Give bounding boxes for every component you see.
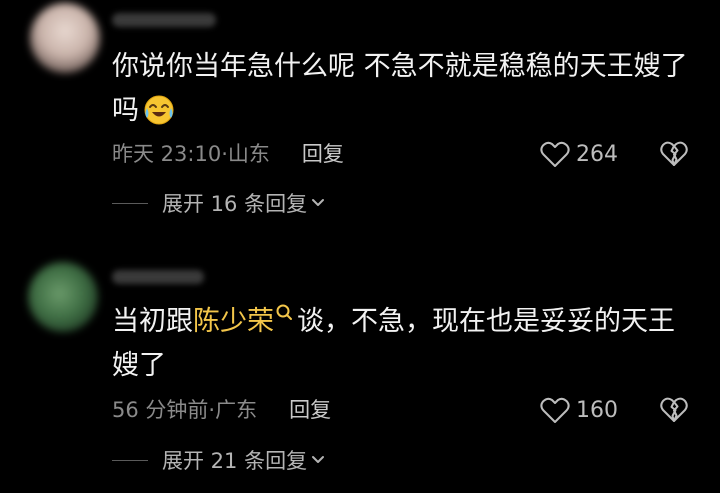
chevron-down-icon: [312, 456, 325, 463]
comment-text-line: 你说你当年急什么呢 不急不就是稳稳的天王嫂了: [112, 51, 688, 82]
comment-time: 昨天 23:10: [112, 142, 222, 166]
like-count: 160: [576, 397, 618, 423]
like-button[interactable]: 264: [540, 139, 618, 169]
chevron-down-icon: [312, 199, 325, 206]
comment-text-prefix: 当初跟: [112, 306, 193, 337]
reply-button[interactable]: 回复: [289, 398, 331, 422]
comment-text-line: 吗: [112, 89, 692, 133]
comment-text-suffix: 谈，不急，现在也是妥妥的天王: [297, 306, 675, 337]
divider-line: [112, 459, 148, 461]
avatar[interactable]: [28, 262, 98, 332]
broken-heart-icon[interactable]: [660, 396, 688, 424]
comment-location: 广东: [215, 398, 258, 422]
comment-text: 你说你当年急什么呢 不急不就是稳稳的天王嫂了 吗: [112, 45, 692, 133]
comment-time: 56 分钟前: [112, 398, 209, 422]
comment-text: 当初跟陈少荣 谈，不急，现在也是妥妥的天王 嫂了: [112, 300, 692, 388]
broken-heart-icon[interactable]: [660, 140, 688, 168]
like-button[interactable]: 160: [540, 395, 618, 425]
avatar[interactable]: [30, 3, 100, 73]
comment-location: 山东: [227, 142, 270, 166]
search-icon[interactable]: [275, 302, 295, 326]
comment-text-line: 当初跟陈少荣 谈，不急，现在也是妥妥的天王: [112, 300, 692, 344]
reply-button[interactable]: 回复: [302, 142, 344, 166]
comment-text-tail: 吗: [112, 95, 139, 126]
expand-replies-label: 展开 21 条回复: [162, 449, 308, 473]
mention-link[interactable]: 陈少荣: [193, 306, 274, 337]
heart-outline-icon: [540, 141, 570, 167]
comment-meta: 56 分钟前·广东 回复: [112, 395, 331, 425]
meta-separator: ·: [221, 142, 228, 166]
comment-text-line: 嫂了: [112, 350, 166, 381]
username[interactable]: [112, 270, 204, 284]
like-count: 264: [576, 141, 618, 167]
crying-laughing-emoji: [144, 95, 174, 124]
comment-meta: 昨天 23:10·山东 回复: [112, 139, 344, 169]
expand-replies-button[interactable]: 展开 16 条回复: [112, 188, 325, 218]
expand-replies-label: 展开 16 条回复: [162, 192, 308, 216]
expand-replies-button[interactable]: 展开 21 条回复: [112, 445, 325, 475]
heart-outline-icon: [540, 397, 570, 423]
username[interactable]: [112, 13, 216, 27]
divider-line: [112, 202, 148, 204]
